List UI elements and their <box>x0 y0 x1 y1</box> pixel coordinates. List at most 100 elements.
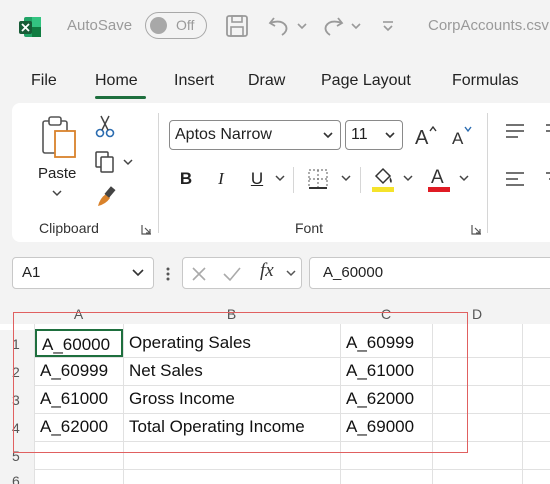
row-header-3[interactable]: 3 <box>0 386 34 414</box>
cell-b2[interactable]: Net Sales <box>124 357 203 385</box>
tab-home[interactable]: Home <box>95 72 138 90</box>
font-size-select[interactable]: 11 <box>345 120 403 150</box>
title-bar: AutoSave Off CorpAccounts.csv <box>0 0 550 56</box>
clipboard-launcher-icon[interactable] <box>140 223 152 235</box>
fill-color-icon[interactable] <box>369 163 397 195</box>
ribbon-panel: Paste Clipboard Aptos Narrow 11 A A B I … <box>12 103 550 242</box>
toggle-knob <box>150 17 167 34</box>
autosave-label: AutoSave <box>67 17 133 34</box>
chevron-down-icon[interactable] <box>131 268 145 278</box>
chevron-down-icon <box>385 132 395 139</box>
enter-check-icon[interactable] <box>222 265 242 283</box>
redo-icon[interactable] <box>320 12 346 40</box>
cell-b4[interactable]: Total Operating Income <box>124 413 305 441</box>
toolbar-separator <box>360 167 361 193</box>
bold-icon[interactable]: B <box>173 165 199 193</box>
tab-page-layout[interactable]: Page Layout <box>321 72 411 90</box>
font-color-icon[interactable]: A <box>425 163 453 195</box>
save-icon[interactable] <box>224 12 250 40</box>
name-box-value: A1 <box>22 264 41 281</box>
cell-c4[interactable]: A_69000 <box>341 413 414 441</box>
font-color-dropdown-icon[interactable] <box>458 173 470 183</box>
cancel-icon[interactable] <box>190 265 208 283</box>
decrease-font-size-icon[interactable]: A <box>448 120 476 150</box>
increase-font-size-icon[interactable]: A <box>412 120 440 150</box>
formula-bar: A1 fx A_60000 <box>0 250 550 296</box>
name-box[interactable]: A1 <box>12 257 154 289</box>
column-header-d[interactable]: D <box>432 300 522 324</box>
cell-a3[interactable]: A_61000 <box>35 385 108 413</box>
undo-icon[interactable] <box>266 12 292 40</box>
chevron-down-icon <box>323 132 333 139</box>
cell-c3[interactable]: A_62000 <box>341 385 414 413</box>
excel-logo-icon <box>19 17 41 37</box>
tab-insert[interactable]: Insert <box>174 72 214 90</box>
redo-dropdown-icon[interactable] <box>350 12 362 40</box>
customize-toolbar-icon[interactable] <box>380 12 396 40</box>
gridline <box>34 385 550 386</box>
group-separator <box>487 113 488 233</box>
paste-icon[interactable] <box>36 113 82 163</box>
copy-dropdown-icon[interactable] <box>122 157 134 167</box>
underline-dropdown-icon[interactable] <box>274 173 286 183</box>
copy-icon[interactable] <box>92 149 118 175</box>
column-header-b[interactable]: B <box>123 300 340 324</box>
underline-icon[interactable]: U <box>244 165 270 193</box>
cell-b1[interactable]: Operating Sales <box>124 329 251 357</box>
cell-a4[interactable]: A_62000 <box>35 413 108 441</box>
font-size-value: 11 <box>351 126 368 143</box>
svg-text:A: A <box>452 129 464 146</box>
paste-label[interactable]: Paste <box>38 165 76 182</box>
clipboard-group-label: Clipboard <box>39 220 99 236</box>
formula-actions: fx <box>182 257 302 289</box>
cut-icon[interactable] <box>92 113 118 139</box>
column-header-c[interactable]: C <box>340 300 432 324</box>
worksheet-grid: A B C D 1 2 3 4 5 6 A_60000 Operating Sa… <box>0 300 550 484</box>
group-separator <box>158 113 159 233</box>
insert-function-icon[interactable]: fx <box>260 260 274 282</box>
autosave-toggle[interactable]: Off <box>145 12 207 39</box>
fill-color-dropdown-icon[interactable] <box>402 173 414 183</box>
column-header-a[interactable]: A <box>34 300 123 324</box>
vertical-dots-icon[interactable] <box>165 266 171 282</box>
middle-align-icon[interactable] <box>542 119 550 143</box>
column-header-e[interactable] <box>522 300 550 324</box>
cell-a1[interactable]: A_60000 <box>35 329 123 357</box>
tab-draw[interactable]: Draw <box>248 72 285 90</box>
font-name-select[interactable]: Aptos Narrow <box>169 120 341 150</box>
undo-dropdown-icon[interactable] <box>296 12 308 40</box>
active-tab-indicator <box>95 96 146 99</box>
paste-dropdown-icon[interactable] <box>50 187 64 199</box>
row-header-2[interactable]: 2 <box>0 358 34 386</box>
top-align-icon[interactable] <box>502 119 528 143</box>
align-center-icon[interactable] <box>542 167 550 191</box>
font-launcher-icon[interactable] <box>470 223 482 235</box>
svg-text:A: A <box>415 127 429 146</box>
row-header-5[interactable]: 5 <box>0 442 34 470</box>
font-name-value: Aptos Narrow <box>175 126 272 143</box>
row-header-4[interactable]: 4 <box>0 414 34 442</box>
gridline <box>34 357 550 358</box>
borders-dropdown-icon[interactable] <box>340 173 352 183</box>
ribbon-tabs: File Home Insert Draw Page Layout Formul… <box>0 56 550 100</box>
chevron-down-icon[interactable] <box>285 269 297 279</box>
select-all-corner[interactable] <box>0 300 34 324</box>
svg-text:A: A <box>431 167 444 188</box>
cell-c1[interactable]: A_60999 <box>341 329 414 357</box>
borders-icon[interactable] <box>305 166 331 192</box>
cell-b3[interactable]: Gross Income <box>124 385 235 413</box>
autosave-state: Off <box>176 17 195 33</box>
tab-file[interactable]: File <box>31 72 57 90</box>
align-left-icon[interactable] <box>502 167 528 191</box>
formula-input[interactable]: A_60000 <box>309 257 550 289</box>
cell-a2[interactable]: A_60999 <box>35 357 108 385</box>
gridline <box>34 441 550 442</box>
gridline <box>432 324 433 484</box>
cell-c2[interactable]: A_61000 <box>341 357 414 385</box>
row-header-6[interactable]: 6 <box>0 470 34 484</box>
gridline <box>522 324 523 484</box>
row-header-1[interactable]: 1 <box>0 330 34 358</box>
italic-icon[interactable]: I <box>208 165 234 193</box>
tab-formulas[interactable]: Formulas <box>452 72 519 90</box>
format-painter-icon[interactable] <box>92 183 118 209</box>
